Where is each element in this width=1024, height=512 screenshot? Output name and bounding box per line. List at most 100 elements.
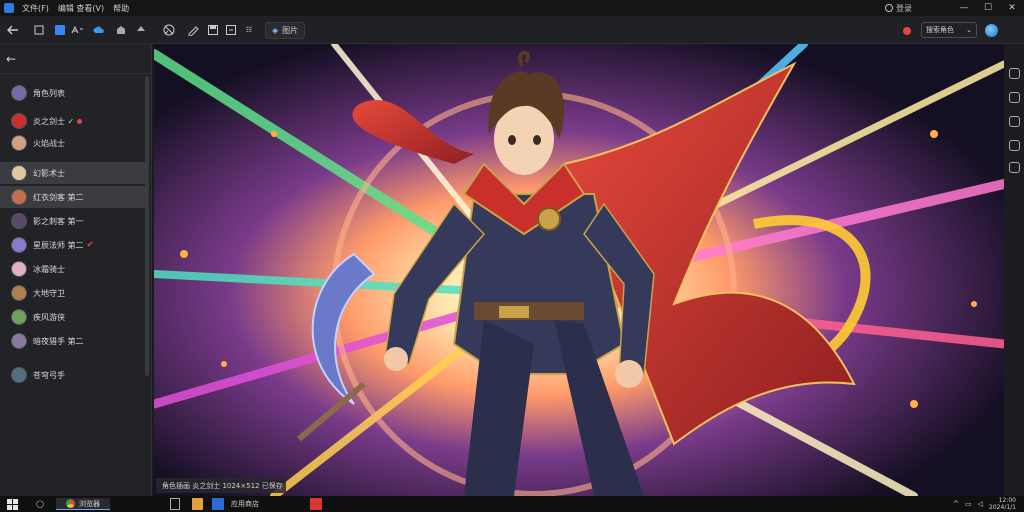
clock-time: 12:00 [998,497,1016,504]
store-icon[interactable] [212,498,224,510]
pen-tool-icon[interactable] [186,22,200,38]
title-bar: 文件(F) 编辑 查看(V) 帮助 登录 — ☐ ✕ [0,0,1024,16]
export-icon[interactable] [224,22,238,38]
notification-dot-icon [77,118,83,124]
sidebar-item-label: 暗夜猎手 第二 [33,336,84,346]
avatar [11,135,27,151]
cloud-icon[interactable] [92,22,106,38]
home-icon[interactable] [114,22,128,38]
account-label: 登录 [896,3,912,13]
account-button[interactable]: 登录 [885,3,912,14]
save-icon[interactable] [206,22,220,38]
menu-edit-view[interactable]: 编辑 查看(V) [58,3,104,14]
image-canvas[interactable] [154,44,1004,496]
globe-icon[interactable] [985,24,998,37]
clock[interactable]: 12:00 2024/1/1 [989,497,1016,511]
sidebar-item-label: 炎之剑士 ✓ [33,116,75,126]
volume-icon[interactable]: ◁ [978,500,983,508]
sidebar: ← 角色列表炎之剑士 ✓ 火焰战士幻影术士红衣剑客 第二 影之刺客 第一星辰法师 第… [0,44,152,496]
rotate-icon[interactable] [1009,116,1020,127]
back-arrow-icon[interactable]: ← [6,52,16,66]
sidebar-item[interactable]: 红衣剑客 第二 [0,186,145,208]
avatar [11,165,27,181]
avatar [11,189,27,205]
tab-image[interactable]: ◈ 图片 [265,22,306,39]
sidebar-header: ← [0,44,152,74]
chevron-up-icon[interactable]: ^ [953,500,959,508]
clock-date: 2024/1/1 [989,504,1016,511]
app-window: 文件(F) 编辑 查看(V) 帮助 登录 — ☐ ✕ ☷ ◈ 图片 搜索角色 ⌄… [0,0,1024,512]
sidebar-item-label: 幻影术士 [33,168,65,178]
record-icon[interactable] [903,27,911,35]
sidebar-scrollbar[interactable] [145,76,149,376]
browser-icon [66,499,75,508]
file-explorer-icon[interactable] [192,498,203,510]
task-view-icon[interactable] [170,498,180,510]
sidebar-item[interactable]: 角色列表 [0,82,145,104]
sidebar-item[interactable]: 疾风游侠 [0,306,145,328]
sidebar-item[interactable]: 冰霜骑士 [0,258,145,280]
app-taskbar-icon[interactable] [310,498,322,510]
window-controls: 登录 — ☐ ✕ [885,0,1024,16]
avatar [11,309,27,325]
sidebar-item-label: 影之刺客 第一 [33,216,84,226]
frame-icon[interactable] [32,22,46,38]
sidebar-item[interactable]: 大地守卫 [0,282,145,304]
select-tool-icon[interactable] [162,22,176,38]
avatar [11,285,27,301]
app-logo-icon [4,3,14,13]
avatar [11,85,27,101]
search-icon[interactable]: ◯ [34,498,46,510]
share-icon[interactable] [1009,162,1020,173]
taskbar: ◯ 浏览器 应用商店 ^ ▭ ◁ 12:00 2024/1/1 [0,496,1024,512]
sidebar-item[interactable]: 影之刺客 第一 [0,210,145,232]
sidebar-item[interactable]: 星辰法师 第二 ✔ [0,234,145,256]
minimize-button[interactable]: — [952,0,976,16]
zoom-icon[interactable] [1009,68,1020,79]
upload-icon[interactable] [134,22,148,38]
avatar [11,237,27,253]
sidebar-item-label: 红衣剑客 第二 [33,192,84,202]
avatar [11,367,27,383]
user-icon [885,4,893,12]
image-icon[interactable] [54,22,66,38]
check-icon: ✔ [86,240,95,250]
anime-illustration [154,44,1004,496]
text-icon[interactable] [70,22,84,38]
taskbar-browser[interactable]: 浏览器 [56,498,110,510]
store-label: 应用商店 [231,500,259,508]
menu-file[interactable]: 文件(F) [22,3,49,14]
avatar [11,261,27,277]
sidebar-item[interactable]: 暗夜猎手 第二 [0,330,145,352]
sidebar-item-label: 冰霜骑士 [33,264,65,274]
image-caption: 角色插画 炎之剑士 1024×512 已保存 [156,478,286,493]
back-arrow-icon[interactable] [4,22,22,38]
sidebar-item[interactable]: 火焰战士 [0,132,145,154]
avatar [11,333,27,349]
sidebar-item-label: 大地守卫 [33,288,65,298]
right-tool-rail [1005,44,1024,496]
sidebar-item[interactable]: 炎之剑士 ✓ [0,110,145,132]
sidebar-item-label: 火焰战士 [33,138,65,148]
windows-start-icon[interactable] [6,498,18,510]
maximize-button[interactable]: ☐ [976,0,1000,16]
browser-label: 浏览器 [79,499,100,508]
menu-help[interactable]: 帮助 [113,3,129,14]
avatar [11,213,27,229]
menu-bar: 文件(F) 编辑 查看(V) 帮助 [22,3,129,14]
close-button[interactable]: ✕ [1000,0,1024,16]
layers-icon[interactable]: ☷ [243,22,255,38]
info-icon[interactable] [1009,140,1020,151]
crop-icon[interactable] [1009,92,1020,103]
image-tab-icon: ◈ [272,26,279,35]
sidebar-item-label: 苍穹弓手 [33,370,65,380]
sidebar-item[interactable]: 幻影术士 [0,162,145,184]
sidebar-item[interactable]: 苍穹弓手 [0,364,145,386]
sidebar-item-label: 角色列表 [33,88,65,98]
system-tray: ^ ▭ ◁ 12:00 2024/1/1 [953,497,1016,511]
search-dropdown[interactable]: 搜索角色 ⌄ [921,22,977,38]
avatar [11,113,27,129]
chevron-down-icon: ⌄ [966,26,972,34]
network-icon[interactable]: ▭ [965,500,972,508]
toolbar: ☷ ◈ 图片 搜索角色 ⌄ [0,16,1024,44]
